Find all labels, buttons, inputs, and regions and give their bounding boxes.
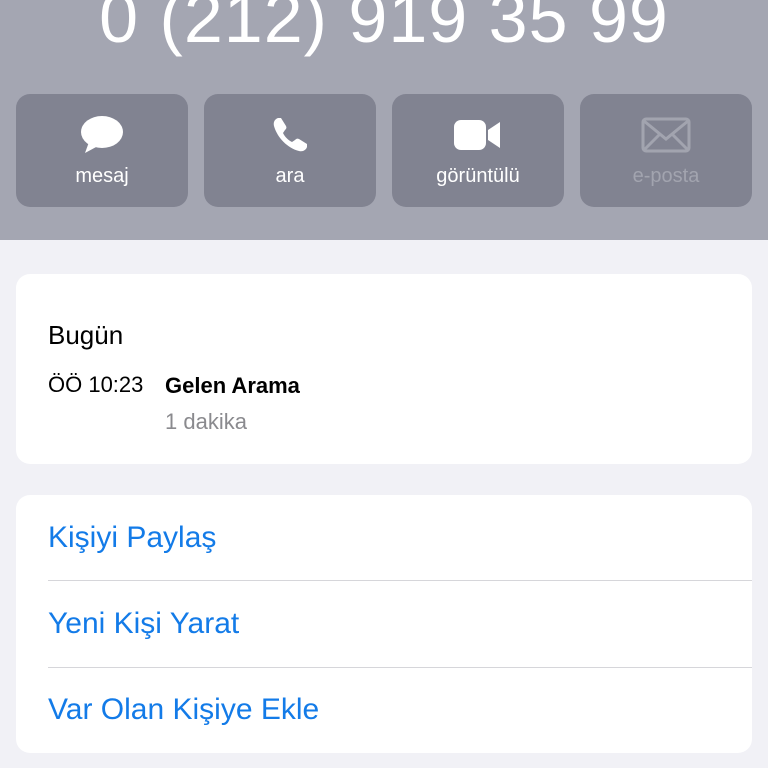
- call-time: ÖÖ 10:23: [48, 372, 144, 397]
- video-label: görüntülü: [436, 165, 520, 187]
- call-type: Gelen Arama: [165, 373, 300, 398]
- mail-icon: [636, 114, 696, 156]
- contact-header: 0 (212) 919 35 99 mesaj ara görüntülü e-…: [0, 0, 768, 240]
- call-duration: 1 dakika: [165, 409, 247, 434]
- message-icon: [72, 114, 132, 156]
- email-label: e-posta: [632, 165, 700, 187]
- call-label: ara: [275, 165, 305, 187]
- phone-number: 0 (212) 919 35 99: [99, 0, 669, 57]
- message-label: mesaj: [75, 165, 129, 187]
- share-contact-button[interactable]: Kişiyi Paylaş: [48, 495, 752, 581]
- create-new-contact-button[interactable]: Yeni Kişi Yarat: [48, 581, 752, 667]
- phone-icon: [260, 114, 320, 156]
- message-button[interactable]: mesaj: [16, 94, 188, 207]
- video-button[interactable]: görüntülü: [392, 94, 564, 207]
- call-history-card: Bugün ÖÖ 10:23 Gelen Arama 1 dakika: [16, 274, 752, 464]
- video-icon: [448, 114, 508, 156]
- call-button[interactable]: ara: [204, 94, 376, 207]
- add-to-existing-contact-button[interactable]: Var Olan Kişiye Ekle: [48, 667, 752, 753]
- contact-options-card: Kişiyi Paylaş Yeni Kişi Yarat Var Olan K…: [16, 495, 752, 753]
- call-history-day: Bugün: [48, 320, 124, 350]
- email-button: e-posta: [580, 94, 752, 207]
